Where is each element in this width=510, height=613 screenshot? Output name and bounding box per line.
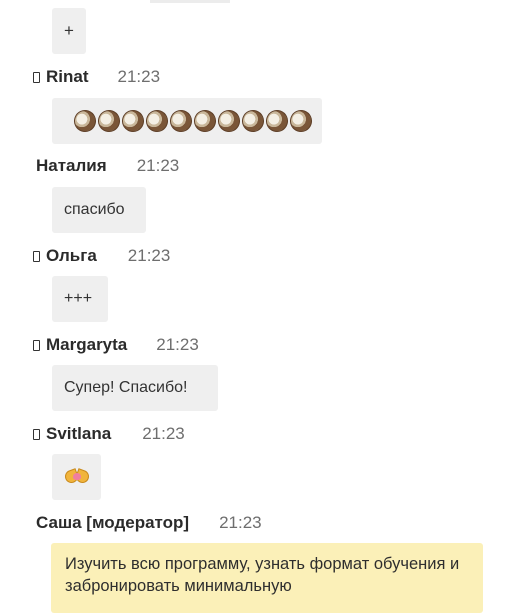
coconut-icon (238, 106, 268, 136)
message-time: 21:23 (117, 67, 161, 86)
device-icon (33, 428, 40, 440)
message-bubble: Супер! Спасибо! (52, 365, 218, 411)
message-text: спасибо (64, 201, 125, 218)
device-icon (33, 339, 40, 351)
message-time: 21:23 (142, 424, 185, 443)
message-time: 21:23 (156, 335, 199, 354)
message-author[interactable]: Саша [модератор] (36, 513, 189, 533)
device-icon (33, 71, 40, 83)
message-header: Наталия 21:23 (36, 155, 179, 177)
previous-message-edge (150, 0, 230, 3)
message-time: 21:23 (127, 246, 171, 265)
coconut-icon (94, 106, 124, 136)
message-bubble: спасибо (52, 187, 146, 233)
message-header: Rinat 21:23 (33, 66, 160, 88)
message-bubble (52, 98, 322, 144)
chat-message-list: + Rinat 21:23 Наталия 21:23 спасибо Ольг… (0, 0, 510, 613)
coconut-icon (142, 106, 172, 136)
message-author[interactable]: Наталия (36, 156, 107, 176)
message-text: Супер! Спасибо! (64, 379, 188, 396)
message-time: 21:23 (136, 156, 180, 175)
message-bubble: + (52, 8, 86, 54)
message-header: Margaryta 21:23 (33, 334, 199, 356)
heart-hands-icon (64, 468, 90, 486)
message-text: Изучить всю программу, узнать формат обу… (65, 555, 460, 595)
coconut-icon (190, 106, 220, 136)
message-text: +++ (64, 290, 93, 307)
message-bubble (52, 454, 101, 500)
coconut-icon (118, 106, 148, 136)
message-text: + (64, 21, 74, 40)
message-header: Ольга 21:23 (33, 245, 170, 267)
message-header: Svitlana 21:23 (33, 423, 185, 445)
message-author[interactable]: Rinat (46, 67, 89, 87)
message-author[interactable]: Svitlana (46, 424, 111, 444)
message-author[interactable]: Margaryta (46, 335, 127, 355)
coconut-icon (166, 106, 196, 136)
coconut-icon (70, 106, 100, 136)
message-bubble: +++ (52, 276, 108, 322)
emoji-row (64, 106, 324, 136)
message-header: Саша [модератор] 21:23 (36, 512, 262, 534)
coconut-icon (214, 106, 244, 136)
coconut-icon (262, 106, 292, 136)
message-time: 21:23 (219, 513, 262, 532)
highlighted-message-bubble: Изучить всю программу, узнать формат обу… (51, 543, 483, 613)
device-icon (33, 250, 40, 262)
coconut-icon (286, 106, 316, 136)
message-author[interactable]: Ольга (46, 246, 97, 266)
